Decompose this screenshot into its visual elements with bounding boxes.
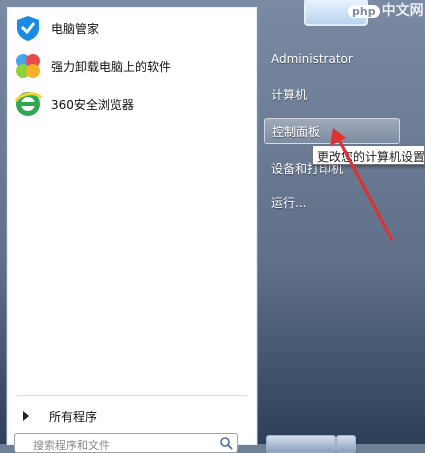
right-item-computer[interactable]: 计算机 xyxy=(264,81,400,107)
program-item-360-browser[interactable]: 360安全浏览器 xyxy=(13,87,249,121)
right-item-run[interactable]: 运行... xyxy=(264,189,400,215)
program-item-pc-manager[interactable]: 电脑管家 xyxy=(13,11,249,45)
tencent-pc-manager-icon xyxy=(13,13,43,43)
program-label: 强力卸载电脑上的软件 xyxy=(51,59,172,74)
start-menu: 电脑管家 强力卸载电脑上的软件 360安全浏览器 所有程序 搜索程序和文件 Ad… xyxy=(0,0,425,453)
all-programs-button[interactable]: 所有程序 xyxy=(17,405,247,427)
search-placeholder: 搜索程序和文件 xyxy=(33,439,110,452)
control-panel-tooltip: 更改您的计算机设置 xyxy=(312,145,425,165)
programs-panel: 电脑管家 强力卸载电脑上的软件 360安全浏览器 所有程序 xyxy=(6,6,258,445)
watermark-logo: php 中文网 xyxy=(348,0,424,20)
program-item-uninstall[interactable]: 强力卸载电脑上的软件 xyxy=(13,49,249,83)
shutdown-button[interactable] xyxy=(266,435,336,453)
right-item-administrator[interactable]: Administrator xyxy=(264,46,400,72)
triangle-right-icon xyxy=(23,411,29,421)
search-icon xyxy=(220,437,233,450)
search-input[interactable]: 搜索程序和文件 xyxy=(14,433,238,453)
program-label: 360安全浏览器 xyxy=(51,97,134,112)
360-browser-icon xyxy=(13,89,43,119)
uninstall-software-icon xyxy=(13,51,43,81)
program-label: 电脑管家 xyxy=(51,21,100,36)
right-item-control-panel[interactable]: 控制面板 xyxy=(264,118,400,144)
divider xyxy=(17,395,247,396)
shutdown-options-button[interactable] xyxy=(336,435,356,453)
right-panel: Administrator 计算机 控制面板 设备和打印机 运行... xyxy=(258,0,418,444)
